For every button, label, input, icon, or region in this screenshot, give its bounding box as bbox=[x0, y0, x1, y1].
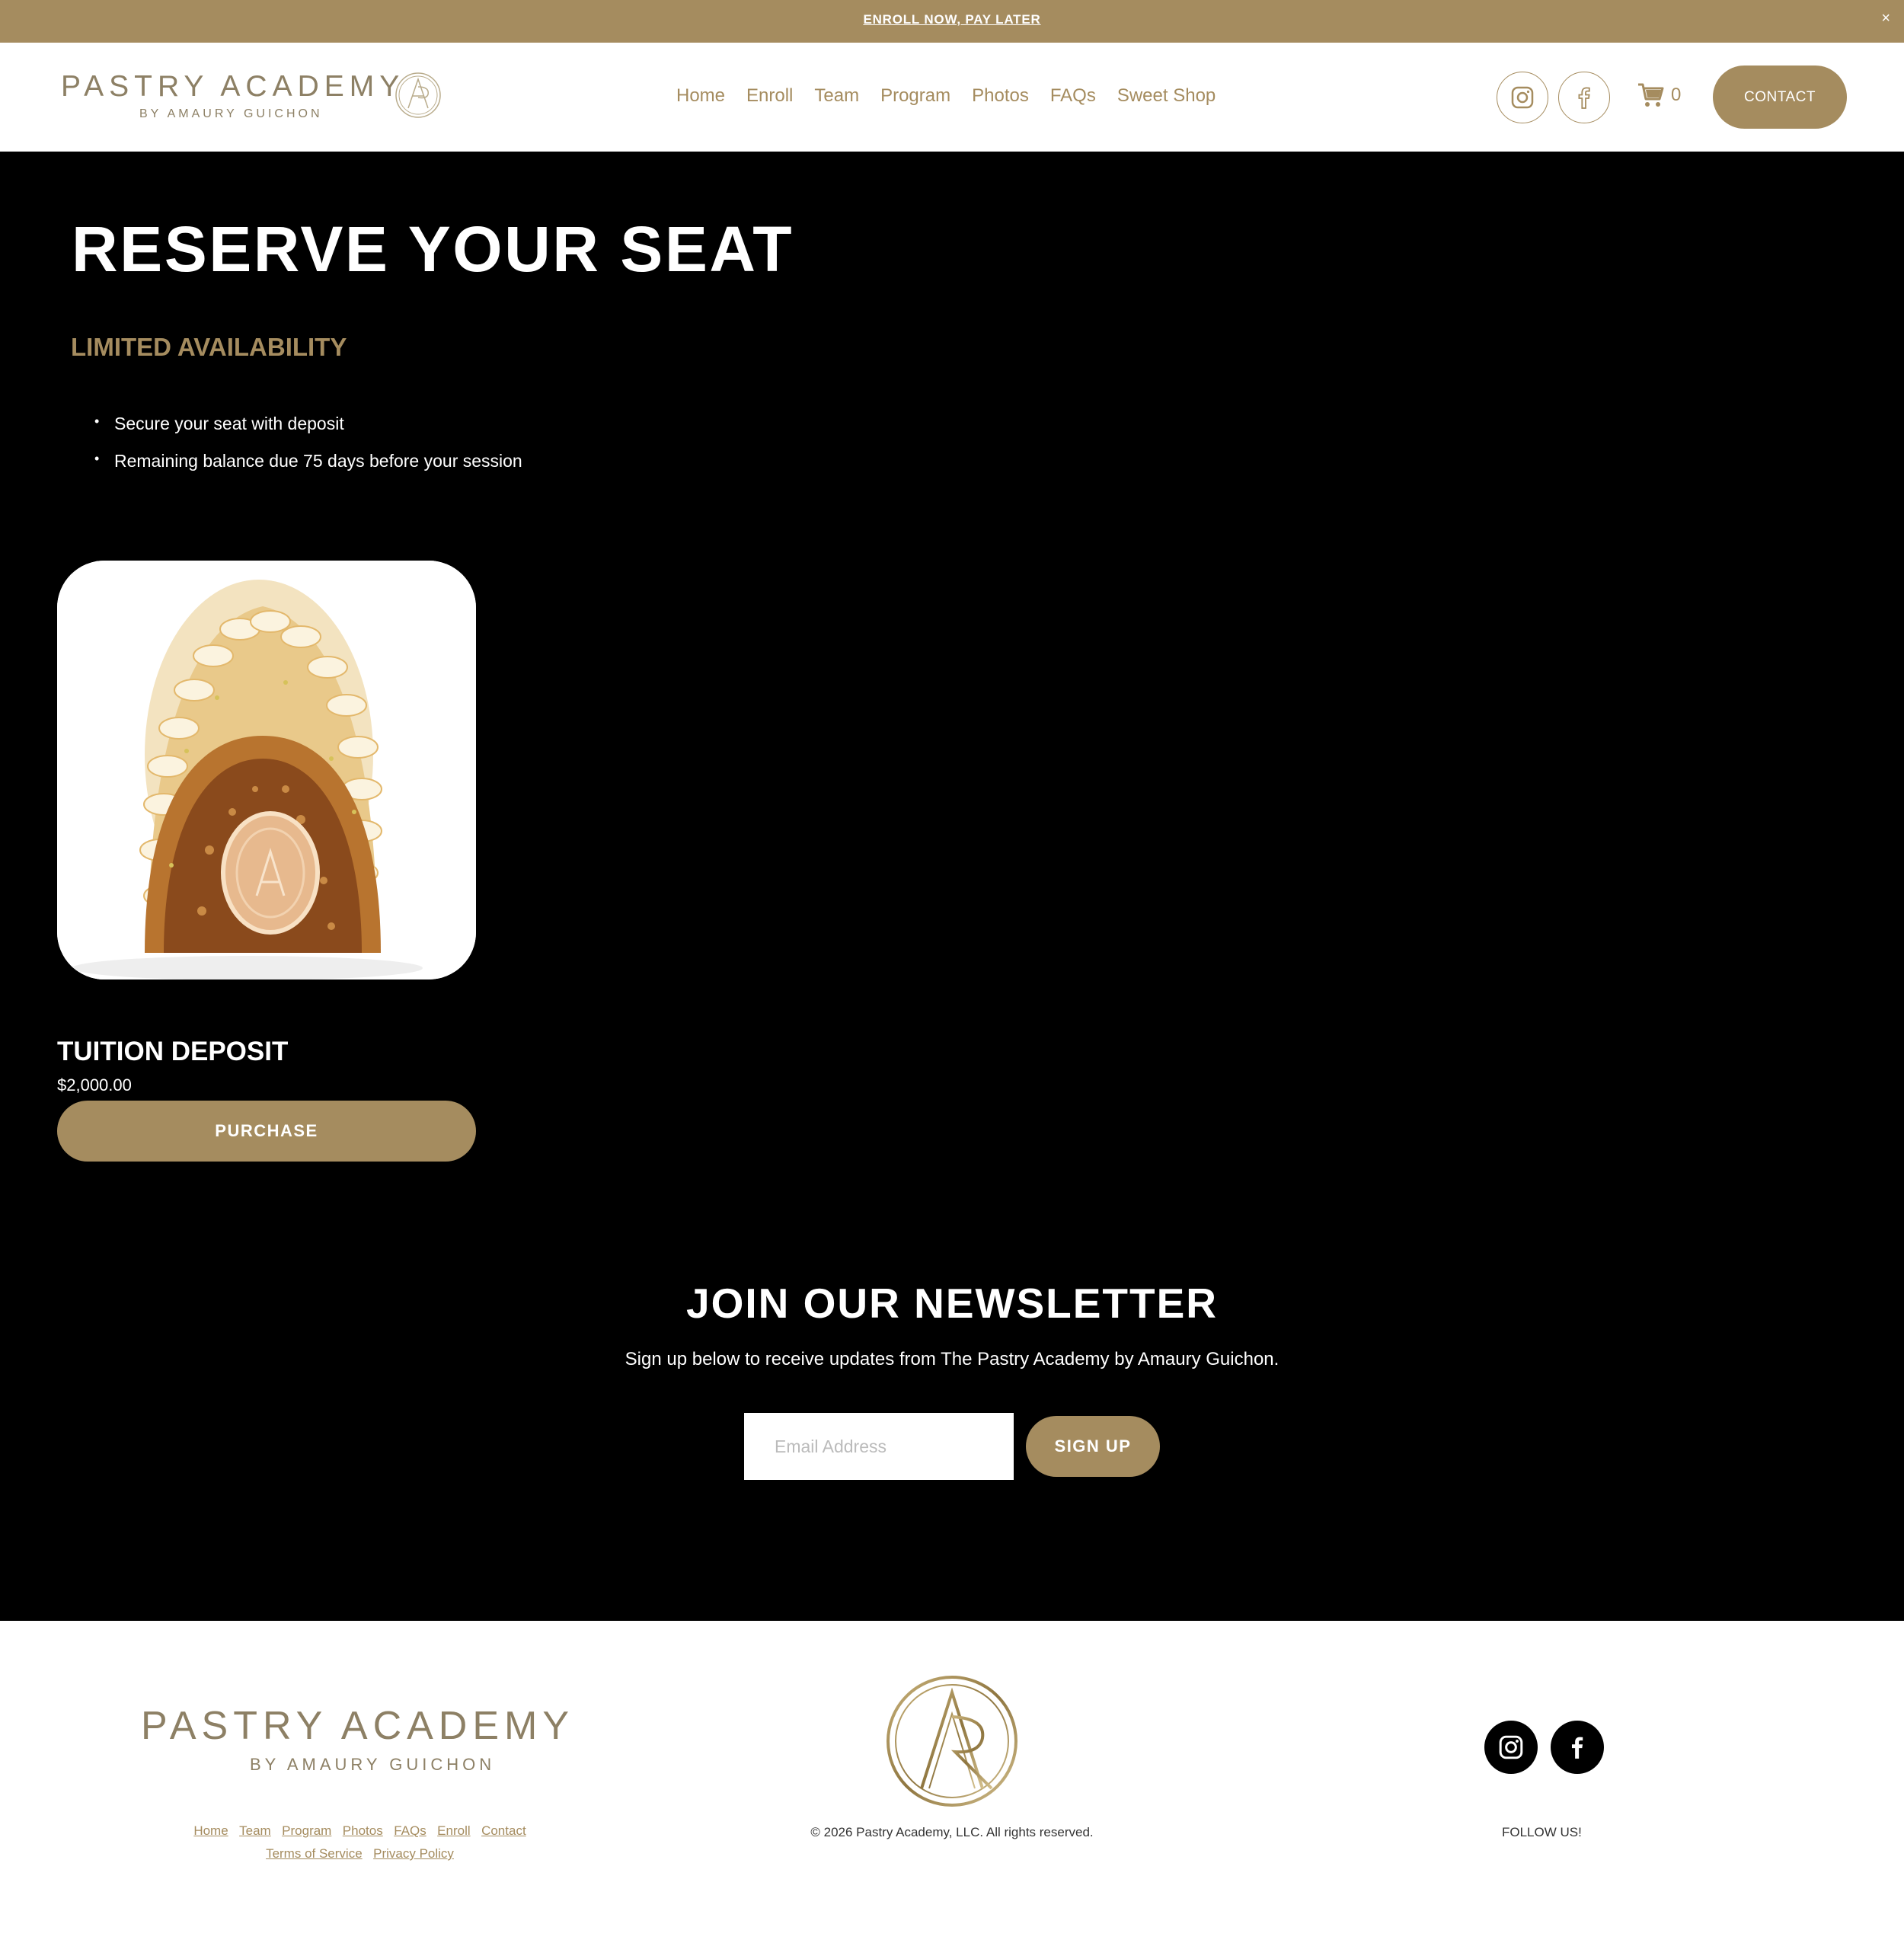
pastry-image bbox=[57, 561, 476, 980]
nav-photos[interactable]: Photos bbox=[972, 85, 1029, 107]
purchase-button[interactable]: PURCHASE bbox=[57, 1101, 476, 1162]
newsletter-description: Sign up below to receive updates from Th… bbox=[625, 1349, 1279, 1369]
cart-count: 0 bbox=[1671, 85, 1682, 105]
follow-label: FOLLOW US! bbox=[1502, 1825, 1582, 1839]
email-field[interactable] bbox=[744, 1413, 1014, 1480]
header-facebook-button[interactable] bbox=[1558, 72, 1610, 123]
footer-link-terms[interactable]: Terms of Service bbox=[266, 1846, 363, 1861]
announcement-bar: ENROLL NOW, PAY LATER × bbox=[0, 0, 1904, 43]
logo-subtitle[interactable]: BY AMAURY GUICHON bbox=[139, 107, 323, 121]
footer-monogram-icon bbox=[887, 1676, 1017, 1807]
page-title: RESERVE YOUR SEAT bbox=[72, 213, 794, 285]
nav-enroll[interactable]: Enroll bbox=[746, 85, 793, 107]
main-content: RESERVE YOUR SEAT LIMITED AVAILABILITY S… bbox=[0, 152, 1904, 1621]
announcement-link[interactable]: ENROLL NOW, PAY LATER bbox=[0, 12, 1904, 27]
nav-team[interactable]: Team bbox=[814, 85, 859, 107]
product-name[interactable]: TUITION DEPOSIT bbox=[57, 1037, 288, 1067]
logo-monogram-icon[interactable] bbox=[395, 72, 442, 119]
copyright-text: © 2026 Pastry Academy, LLC. All rights r… bbox=[810, 1825, 1094, 1839]
nav-home[interactable]: Home bbox=[676, 85, 725, 107]
product-image[interactable] bbox=[57, 561, 476, 980]
logo-title[interactable]: PASTRY ACADEMY bbox=[61, 70, 404, 104]
page-subtitle: LIMITED AVAILABILITY bbox=[71, 333, 347, 361]
site-header: PASTRY ACADEMY BY AMAURY GUICHON Home En… bbox=[0, 43, 1904, 152]
site-footer: PASTRY ACADEMY BY AMAURY GUICHON Home Te… bbox=[0, 1621, 1904, 1959]
cart-button[interactable]: 0 bbox=[1637, 82, 1681, 108]
footer-facebook-button[interactable] bbox=[1551, 1721, 1604, 1774]
sign-up-button[interactable]: SIGN UP bbox=[1026, 1416, 1160, 1477]
footer-logo-subtitle: BY AMAURY GUICHON bbox=[250, 1755, 496, 1774]
newsletter-title: JOIN OUR NEWSLETTER bbox=[685, 1280, 1219, 1327]
facebook-icon bbox=[1578, 87, 1590, 109]
facebook-icon bbox=[1571, 1737, 1583, 1759]
nav-sweet-shop[interactable]: Sweet Shop bbox=[1117, 85, 1216, 107]
footer-logo-title: PASTRY ACADEMY bbox=[141, 1704, 575, 1748]
header-instagram-button[interactable] bbox=[1497, 72, 1548, 123]
main-nav: Home Enroll Team Program Photos FAQs Swe… bbox=[676, 85, 1216, 107]
contact-button[interactable]: CONTACT bbox=[1713, 66, 1847, 129]
close-icon[interactable]: × bbox=[1881, 9, 1890, 27]
footer-link-privacy[interactable]: Privacy Policy bbox=[373, 1846, 454, 1861]
list-item: Secure your seat with deposit bbox=[94, 414, 522, 434]
list-item: Remaining balance due 75 days before you… bbox=[94, 451, 522, 471]
instagram-icon bbox=[1499, 1735, 1523, 1759]
instagram-icon bbox=[1511, 86, 1534, 109]
info-list: Secure your seat with deposit Remaining … bbox=[94, 414, 522, 488]
cart-icon bbox=[1638, 83, 1664, 107]
nav-program[interactable]: Program bbox=[880, 85, 950, 107]
footer-instagram-button[interactable] bbox=[1484, 1721, 1538, 1774]
product-price: $2,000.00 bbox=[57, 1075, 132, 1095]
nav-faqs[interactable]: FAQs bbox=[1050, 85, 1096, 107]
